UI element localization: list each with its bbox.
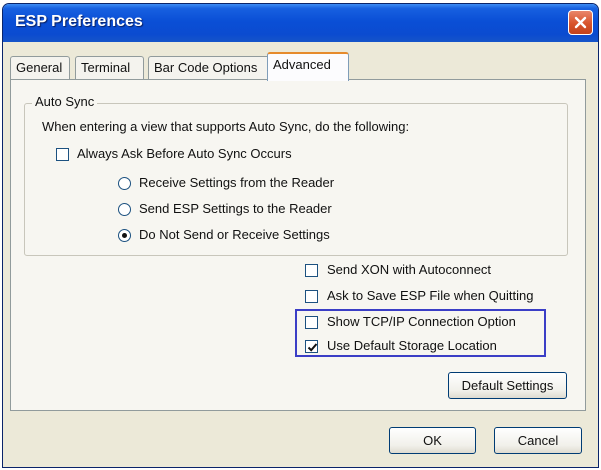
show-tcpip-checkbox[interactable]: [305, 316, 318, 329]
use-default-storage-label[interactable]: Use Default Storage Location: [327, 338, 497, 353]
auto-sync-group-label: Auto Sync: [32, 94, 98, 109]
ask-to-save-checkbox[interactable]: [305, 290, 318, 303]
send-settings-label[interactable]: Send ESP Settings to the Reader: [139, 201, 332, 216]
do-not-send-receive-radio[interactable]: [118, 229, 131, 242]
title-bar[interactable]: ESP Preferences: [3, 4, 598, 42]
cancel-button[interactable]: Cancel: [494, 427, 582, 454]
close-icon: [574, 16, 587, 29]
ok-button[interactable]: OK: [389, 427, 476, 454]
receive-settings-label[interactable]: Receive Settings from the Reader: [139, 175, 334, 190]
tab-general-label: General: [16, 60, 63, 75]
default-settings-button[interactable]: Default Settings: [448, 372, 567, 399]
tab-advanced-label: Advanced: [273, 57, 331, 72]
auto-sync-description: When entering a view that supports Auto …: [42, 119, 410, 134]
window-title: ESP Preferences: [15, 13, 143, 30]
tab-general[interactable]: General: [10, 56, 70, 80]
tab-bar-code-options[interactable]: Bar Code Options: [148, 56, 270, 80]
tab-advanced[interactable]: Advanced: [267, 52, 349, 81]
send-xon-checkbox[interactable]: [305, 264, 318, 277]
do-not-send-receive-label[interactable]: Do Not Send or Receive Settings: [139, 227, 330, 242]
send-xon-label[interactable]: Send XON with Autoconnect: [327, 262, 491, 277]
tab-terminal-label: Terminal: [81, 60, 131, 75]
radio-selected-dot: [122, 233, 127, 238]
tab-terminal[interactable]: Terminal: [75, 56, 144, 80]
use-default-storage-checkbox[interactable]: [305, 340, 318, 353]
always-ask-label[interactable]: Always Ask Before Auto Sync Occurs: [77, 146, 292, 161]
ask-to-save-label[interactable]: Ask to Save ESP File when Quitting: [327, 288, 533, 303]
tab-bar-code-options-label: Bar Code Options: [154, 60, 258, 75]
show-tcpip-label[interactable]: Show TCP/IP Connection Option: [327, 314, 516, 329]
always-ask-checkbox[interactable]: [56, 148, 69, 161]
receive-settings-radio[interactable]: [118, 177, 131, 190]
close-button[interactable]: [568, 10, 593, 35]
checkmark-icon: [307, 343, 318, 352]
send-settings-radio[interactable]: [118, 203, 131, 216]
